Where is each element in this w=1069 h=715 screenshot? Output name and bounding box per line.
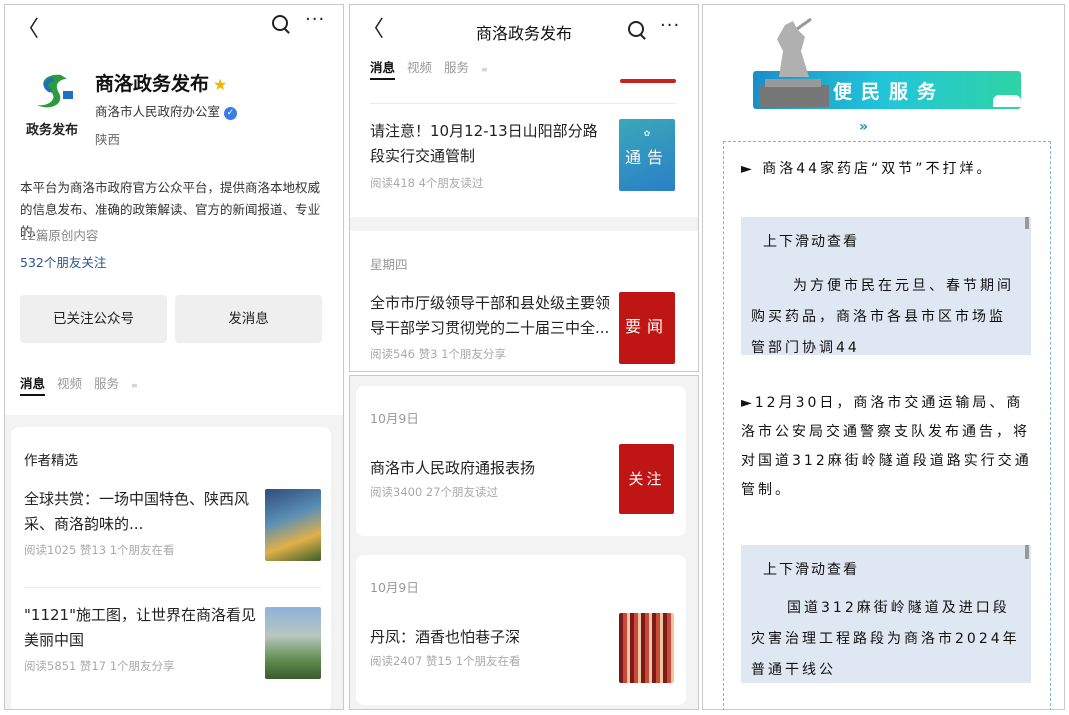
chevron-right-icon[interactable]: › bbox=[316, 199, 321, 214]
page-title: 商洛政务发布 bbox=[475, 24, 572, 43]
account-region: 陕西 bbox=[95, 132, 121, 147]
tab-videos[interactable]: 视频 bbox=[407, 60, 432, 75]
followed-button[interactable]: 已关注公众号 bbox=[20, 295, 167, 343]
original-content-count[interactable]: 12篇原创内容 bbox=[20, 225, 98, 244]
article-title: 全球共赏：一场中国特色、陕西风采、商洛韵味的... bbox=[24, 490, 250, 533]
top-bar: 〈 ··· bbox=[5, 5, 343, 49]
article-title: 全市市厅级领导干部和县处级主要领导干部学习贯彻党的二十届三中全... bbox=[370, 294, 611, 337]
content-tabs: 消息 视频 服务 ≡ bbox=[370, 57, 512, 80]
banner-cloud-icon bbox=[993, 95, 1021, 107]
account-org: 商洛市人民政府办公室 ✓ bbox=[95, 101, 238, 120]
back-icon[interactable]: 〈 bbox=[17, 11, 39, 43]
article-meta: 阅读5851 赞17 1个朋友分享 bbox=[24, 659, 175, 673]
account-logo: 政务发布 bbox=[19, 67, 85, 141]
scroll-hint: 上下滑动查看 bbox=[763, 234, 859, 250]
scroll-box-1[interactable]: 上下滑动查看 为方便市民在元旦、春节期间购买药品，商洛市各县市区市场监管部门协调… bbox=[741, 217, 1031, 356]
article-meta: 阅读546 赞3 1个朋友分享 bbox=[370, 347, 506, 361]
article-meta: 阅读3400 27个朋友读过 bbox=[370, 485, 499, 499]
tab-services[interactable]: 服务 ≡ bbox=[444, 60, 500, 75]
article-thumbnail[interactable] bbox=[265, 607, 321, 679]
more-icon[interactable]: ··· bbox=[305, 9, 325, 30]
more-icon[interactable]: ··· bbox=[660, 15, 680, 36]
tab-messages[interactable]: 消息 bbox=[370, 60, 396, 80]
list-item: 丹凤：酒香也怕巷子深 阅读2407 赞15 1个朋友在看 bbox=[370, 625, 600, 669]
article-title: 商洛市人民政府通报表扬 bbox=[370, 459, 536, 477]
service-menu-icon: ≡ bbox=[481, 65, 488, 74]
article-thumbnail[interactable] bbox=[619, 613, 674, 683]
scroll-content: 为方便市民在元旦、春节期间购买药品，商洛市各县市区市场监管部门协调44 bbox=[751, 278, 1014, 356]
article-thumbnail[interactable]: 关注 bbox=[619, 444, 674, 514]
content-tabs: 消息 视频 服务 ≡ bbox=[20, 373, 162, 396]
scroll-content: 国道312麻街岭隧道及进口段灾害治理工程路段为商洛市2024年普通干线公 bbox=[751, 600, 1020, 678]
thumbnail-strip bbox=[620, 79, 676, 83]
notice-emblem-icon: ✿ bbox=[643, 129, 651, 138]
date-label: 10月9日 bbox=[370, 580, 419, 595]
public-service-panel: 便民服务 » ► 商洛44家药店“双节”不打烊。 上下滑动查看 为方便市民在元旦… bbox=[702, 4, 1065, 710]
banner-title: 便民服务 bbox=[833, 81, 946, 103]
search-icon[interactable] bbox=[272, 15, 288, 31]
search-icon[interactable] bbox=[628, 21, 644, 37]
article-title: 请注意！10月12-13日山阳部分路段实行交通管制 bbox=[370, 122, 598, 165]
article-thumbnail[interactable]: 要闻 bbox=[619, 292, 675, 364]
list-item[interactable]: 全球共赏：一场中国特色、陕西风采、商洛韵味的... 阅读1025 赞13 1个朋… bbox=[24, 487, 260, 558]
article-list-panel: 〈 商洛政务发布 ··· 消息 视频 服务 ≡ 请注意！10月12-13日山阳部分路段… bbox=[349, 4, 699, 372]
list-item[interactable]: 全市市厅级领导干部和县处级主要领导干部学习贯彻党的二十届三中全... 阅读546… bbox=[370, 291, 610, 362]
top-bar: 〈 商洛政务发布 ··· bbox=[350, 5, 698, 49]
friends-following-link[interactable]: 532个朋友关注 bbox=[20, 252, 106, 271]
article-card[interactable]: 10月9日 丹凤：酒香也怕巷子深 阅读2407 赞15 1个朋友在看 bbox=[356, 555, 686, 705]
date-label: 10月9日 bbox=[370, 411, 419, 426]
article-meta: 阅读418 4个朋友读过 bbox=[370, 176, 484, 190]
service-item-2: ►12月30日，商洛市交通运输局、商洛市公安局交通警察支队发布通告，将对国道31… bbox=[741, 395, 1032, 498]
list-item[interactable]: 请注意！10月12-13日山阳部分路段实行交通管制 阅读418 4个朋友读过 bbox=[370, 119, 605, 191]
tab-services[interactable]: 服务 ≡ bbox=[94, 376, 150, 391]
tab-messages[interactable]: 消息 bbox=[20, 376, 46, 396]
verified-icon: ✓ bbox=[224, 107, 238, 120]
service-menu-icon: ≡ bbox=[131, 381, 138, 390]
scroll-box-2[interactable]: 上下滑动查看 国道312麻街岭隧道及进口段灾害治理工程路段为商洛市2024年普通… bbox=[741, 545, 1031, 683]
article-title: 丹凤：酒香也怕巷子深 bbox=[370, 628, 521, 646]
article-meta: 阅读2407 赞15 1个朋友在看 bbox=[370, 654, 521, 668]
logo-text: 政务发布 bbox=[25, 123, 78, 138]
article-thumbnail[interactable] bbox=[265, 489, 321, 561]
list-item: 商洛市人民政府通报表扬 阅读3400 27个朋友读过 bbox=[370, 456, 600, 500]
picks-header: 作者精选 bbox=[24, 453, 78, 469]
article-meta: 阅读1025 赞13 1个朋友在看 bbox=[24, 543, 175, 557]
divider bbox=[370, 103, 676, 104]
article-title: "1121"施工图，让世界在商洛看见美丽中国 bbox=[24, 606, 256, 649]
scrollbar[interactable] bbox=[1025, 217, 1029, 229]
service-item-1: ► 商洛44家药店“双节”不打烊。 bbox=[741, 161, 994, 177]
account-name: 商洛政务发布 ★ bbox=[95, 73, 228, 95]
tab-videos[interactable]: 视频 bbox=[57, 376, 82, 391]
star-icon[interactable]: ★ bbox=[213, 75, 227, 94]
article-list-continued-panel: 10月9日 商洛市人民政府通报表扬 阅读3400 27个朋友读过 关注 10月9… bbox=[349, 375, 699, 710]
scrollbar[interactable] bbox=[1025, 545, 1029, 559]
scroll-hint: 上下滑动查看 bbox=[763, 562, 859, 578]
card-gap bbox=[350, 217, 698, 231]
divider bbox=[24, 587, 321, 588]
chevron-right-icon: » bbox=[859, 119, 869, 135]
picks-card: 作者精选 全球共赏：一场中国特色、陕西风采、商洛韵味的... 阅读1025 赞1… bbox=[11, 427, 331, 709]
logo-mark-icon bbox=[37, 74, 73, 108]
account-profile-panel: 〈 ··· 政务发布 商洛政务发布 ★ 商洛市人民政府办公室 ✓ 陕西 本平台为商洛… bbox=[4, 4, 344, 710]
day-label: 星期四 bbox=[370, 257, 408, 272]
article-thumbnail[interactable]: ✿ 通告 bbox=[619, 119, 675, 191]
statue-icon bbox=[759, 17, 829, 107]
send-message-button[interactable]: 发消息 bbox=[175, 295, 322, 343]
list-item[interactable]: "1121"施工图，让世界在商洛看见美丽中国 阅读5851 赞17 1个朋友分享 bbox=[24, 603, 260, 674]
article-card[interactable]: 10月9日 商洛市人民政府通报表扬 阅读3400 27个朋友读过 关注 bbox=[356, 386, 686, 536]
